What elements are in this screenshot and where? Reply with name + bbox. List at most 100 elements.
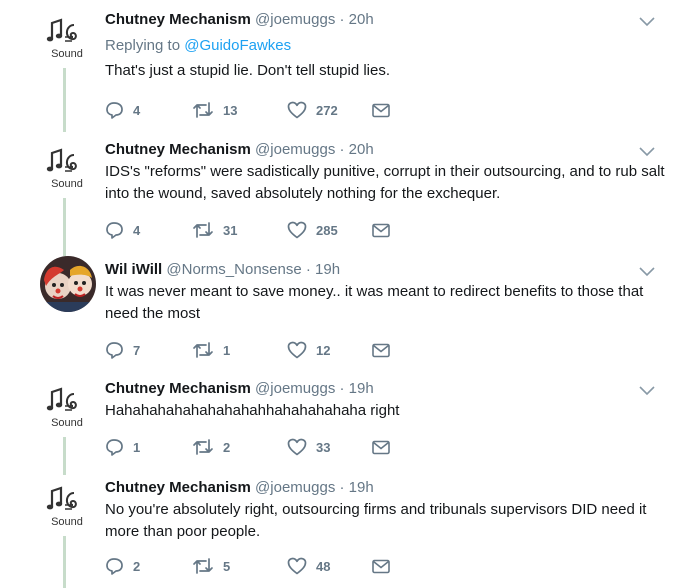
separator-dot: ·: [339, 11, 345, 28]
thread-connector-line: [63, 536, 66, 588]
reply-button[interactable]: 7: [105, 340, 140, 360]
avatar[interactable]: Sound: [44, 483, 90, 529]
tweet-header: Chutney Mechanism @joemuggs · 19h: [105, 379, 665, 398]
retweet-icon: [193, 558, 213, 574]
retweet-button[interactable]: 2: [192, 437, 230, 457]
heart-icon: [287, 341, 307, 359]
avatar[interactable]: Sound: [44, 15, 90, 61]
chevron-down-icon[interactable]: [639, 267, 655, 277]
direct-message-button[interactable]: [372, 100, 390, 120]
author-name[interactable]: Wil iWill: [105, 261, 162, 278]
author-name[interactable]: Chutney Mechanism: [105, 141, 251, 158]
retweet-button[interactable]: 5: [192, 556, 230, 576]
like-count: 285: [316, 222, 338, 238]
like-button[interactable]: 272: [287, 100, 338, 120]
avatar-label: Sound: [51, 417, 83, 429]
retweet-icon: [193, 222, 213, 238]
tweet[interactable]: Sound Chutney Mechanism @joemuggs · 20h …: [0, 10, 699, 132]
timestamp[interactable]: 19h: [315, 261, 340, 278]
retweet-count: 31: [223, 222, 238, 238]
separator-dot: ·: [339, 380, 345, 397]
heart-icon: [287, 221, 307, 239]
like-count: 48: [316, 558, 331, 574]
thread-connector-line: [63, 198, 66, 256]
chevron-down-icon[interactable]: [639, 147, 655, 157]
chevron-down-icon[interactable]: [639, 17, 655, 27]
timestamp[interactable]: 20h: [349, 141, 374, 158]
author-name[interactable]: Chutney Mechanism: [105, 380, 251, 397]
reply-count: 4: [133, 102, 141, 118]
direct-message-button[interactable]: [372, 220, 390, 240]
sound-logo-icon: Sound: [46, 387, 83, 429]
like-button[interactable]: 12: [287, 340, 330, 360]
direct-message-button[interactable]: [372, 340, 390, 360]
like-button[interactable]: 33: [287, 437, 330, 457]
timestamp[interactable]: 19h: [349, 380, 374, 397]
envelope-icon: [372, 559, 390, 573]
thread-connector-line: [63, 437, 66, 475]
heart-icon: [287, 557, 307, 575]
like-button[interactable]: 48: [287, 556, 330, 576]
tweet-text: No you're absolutely right, outsourcing …: [105, 501, 647, 540]
tweet-content: Chutney Mechanism @joemuggs · 19h No you…: [105, 478, 665, 543]
chevron-down-icon[interactable]: [639, 386, 655, 396]
reply-button[interactable]: 1: [105, 437, 140, 457]
reply-count: 4: [133, 222, 141, 238]
timestamp[interactable]: 20h: [349, 11, 374, 28]
tweet-content: Chutney Mechanism @joemuggs · 20h Replyi…: [105, 10, 665, 82]
like-count: 272: [316, 102, 338, 118]
reply-count: 2: [133, 558, 141, 574]
author-name[interactable]: Chutney Mechanism: [105, 11, 251, 28]
reply-button[interactable]: 4: [105, 220, 140, 240]
tweet-text: That's just a stupid lie. Don't tell stu…: [105, 62, 391, 79]
tweet[interactable]: Sound Chutney Mechanism @joemuggs · 19h …: [0, 478, 699, 588]
author-handle[interactable]: @joemuggs: [255, 380, 335, 397]
retweet-icon: [193, 439, 213, 455]
like-count: 12: [316, 342, 331, 358]
tweet-content: Chutney Mechanism @joemuggs · 19h Hahaha…: [105, 379, 665, 422]
reply-count: 7: [133, 342, 141, 358]
reply-icon: [106, 558, 123, 575]
conversation-thread: Sound Chutney Mechanism @joemuggs · 20h …: [0, 0, 699, 588]
tweet-text: Hahahahahahahahahahhahahahahaha right: [105, 402, 400, 419]
like-count: 33: [316, 439, 331, 455]
reply-icon: [106, 439, 123, 456]
retweet-count: 5: [223, 558, 231, 574]
author-handle[interactable]: @joemuggs: [255, 141, 335, 158]
retweet-button[interactable]: 1: [192, 340, 230, 360]
reply-button[interactable]: 2: [105, 556, 140, 576]
sound-logo-icon: Sound: [46, 18, 83, 60]
timestamp[interactable]: 19h: [349, 479, 374, 496]
tweet-text: It was never meant to save money.. it wa…: [105, 283, 644, 322]
thread-connector-line: [63, 68, 66, 132]
reply-count: 1: [133, 439, 141, 455]
reply-context: Replying to @GuidoFawkes: [105, 36, 665, 55]
reply-button[interactable]: 4: [105, 100, 140, 120]
heart-icon: [287, 101, 307, 119]
tweet[interactable]: Wil iWill @Norms_Nonsense · 19h It was n…: [0, 256, 699, 370]
reply-context-prefix: Replying to: [105, 37, 185, 54]
author-handle[interactable]: @Norms_Nonsense: [166, 261, 301, 278]
direct-message-button[interactable]: [372, 437, 390, 457]
avatar[interactable]: Sound: [44, 384, 90, 430]
author-handle[interactable]: @joemuggs: [255, 11, 335, 28]
sound-logo-icon: Sound: [46, 486, 83, 528]
tweet-actions: 1 2 33: [105, 437, 405, 457]
envelope-icon: [372, 103, 390, 117]
reply-to-link[interactable]: @GuidoFawkes: [184, 37, 291, 54]
retweet-count: 2: [223, 439, 231, 455]
tweet[interactable]: Sound Chutney Mechanism @joemuggs · 20h …: [0, 140, 699, 256]
envelope-icon: [372, 343, 390, 357]
like-button[interactable]: 285: [287, 220, 338, 240]
envelope-icon: [372, 440, 390, 454]
tweet-actions: 2 5 48: [105, 556, 405, 576]
author-name[interactable]: Chutney Mechanism: [105, 479, 251, 496]
avatar[interactable]: [40, 256, 96, 312]
retweet-button[interactable]: 13: [192, 100, 237, 120]
direct-message-button[interactable]: [372, 556, 390, 576]
tweet[interactable]: Sound Chutney Mechanism @joemuggs · 19h …: [0, 379, 699, 475]
author-handle[interactable]: @joemuggs: [255, 479, 335, 496]
retweet-button[interactable]: 31: [192, 220, 237, 240]
avatar[interactable]: Sound: [44, 145, 90, 191]
separator-dot: ·: [339, 141, 345, 158]
